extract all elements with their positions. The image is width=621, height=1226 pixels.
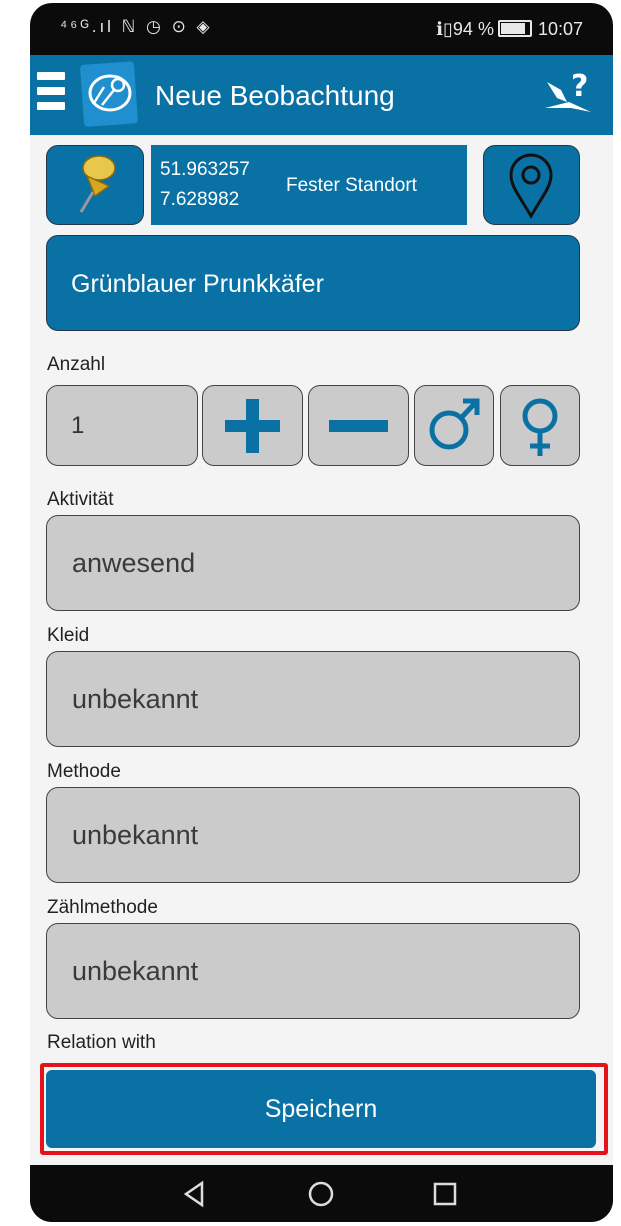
minus-icon — [329, 420, 388, 432]
map-marker-button[interactable] — [483, 145, 580, 225]
system-nav-bar — [30, 1165, 613, 1222]
count-label: Anzahl — [47, 354, 106, 375]
dress-value: unbekannt — [72, 684, 199, 714]
count-value: 1 — [71, 412, 85, 439]
battery-percent: 94 % — [452, 19, 494, 39]
battery-icon — [497, 20, 532, 37]
status-right: ℹ▯94 % 10:07 — [436, 19, 583, 40]
activity-label: Aktivität — [47, 489, 114, 510]
increment-button[interactable] — [202, 385, 303, 466]
decrement-button[interactable] — [308, 385, 409, 466]
plus-icon — [225, 399, 280, 453]
count-method-value: unbekannt — [72, 956, 199, 986]
recents-icon[interactable] — [430, 1179, 460, 1209]
method-select[interactable]: unbekannt — [46, 787, 580, 883]
back-icon[interactable] — [180, 1179, 210, 1209]
app-bar: Neue Beobachtung ? — [30, 55, 613, 135]
page-title: Neue Beobachtung — [155, 80, 395, 111]
relation-label: Relation with — [47, 1032, 156, 1053]
species-name: Grünblauer Prunkkäfer — [71, 270, 324, 298]
dress-select[interactable]: unbekannt — [46, 651, 580, 747]
species-selector[interactable]: Grünblauer Prunkkäfer — [46, 235, 580, 331]
svg-text:?: ? — [571, 69, 588, 104]
phone-frame: ⁴⁶ᴳ.ıl ℕ ◷ ⊙ ◈ ℹ▯94 % 10:07 Neue Beobacht… — [30, 3, 613, 1222]
status-bar: ⁴⁶ᴳ.ıl ℕ ◷ ⊙ ◈ ℹ▯94 % 10:07 — [30, 3, 613, 55]
female-button[interactable] — [500, 385, 580, 466]
help-icon[interactable]: ? — [541, 68, 595, 122]
activity-select[interactable]: anwesend — [46, 515, 580, 611]
vibrate-icon: ℹ▯ — [436, 19, 453, 39]
count-method-label: Zählmethode — [47, 897, 158, 918]
map-marker-icon — [509, 153, 553, 219]
hamburger-menu-icon[interactable] — [37, 72, 65, 118]
location-mode: Fester Standort — [286, 175, 417, 196]
save-button[interactable]: Speichern — [46, 1070, 596, 1148]
latitude: 51.963257 — [160, 159, 250, 180]
male-button[interactable] — [414, 385, 494, 466]
method-label: Methode — [47, 761, 121, 782]
home-icon[interactable] — [306, 1179, 336, 1209]
coordinates-display: 51.963257 7.628982 Fester Standort — [151, 145, 467, 225]
clock: 10:07 — [537, 19, 583, 39]
longitude: 7.628982 — [160, 189, 240, 210]
dress-label: Kleid — [47, 625, 90, 646]
female-symbol-icon — [522, 398, 558, 456]
pushpin-icon — [79, 155, 116, 213]
method-value: unbekannt — [72, 820, 199, 850]
pin-location-button[interactable] — [46, 145, 144, 225]
count-input[interactable]: 1 — [46, 385, 198, 466]
form-content: 51.963257 7.628982 Fester Standort Grünb… — [30, 135, 613, 1165]
male-symbol-icon — [429, 398, 480, 450]
status-icons: ⁴⁶ᴳ.ıl ℕ ◷ ⊙ ◈ — [60, 17, 213, 36]
count-method-select[interactable]: unbekannt — [46, 923, 580, 1019]
activity-value: anwesend — [72, 548, 196, 578]
app-logo-icon — [80, 57, 140, 131]
